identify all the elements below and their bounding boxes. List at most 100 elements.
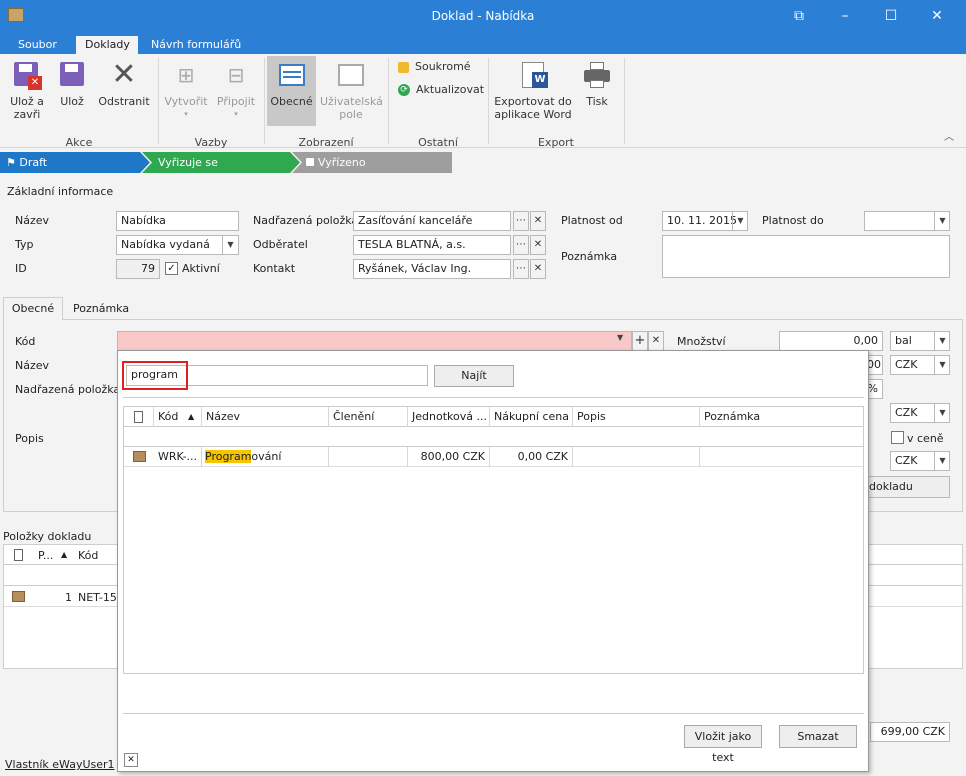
collapse-ribbon-icon[interactable]: ︿ <box>944 128 954 143</box>
type-value: Nabídka vydaná <box>121 238 210 251</box>
parent-item-label: Nadřazená položka <box>253 214 359 227</box>
add-icon[interactable]: + <box>632 331 648 351</box>
box-icon <box>133 451 146 462</box>
user-fields-button[interactable]: Uživatelská pole <box>320 60 383 121</box>
attach-label: Připojit <box>216 95 256 108</box>
result-name: Programování <box>202 447 329 467</box>
owner-link[interactable]: Vlastník eWayUser1 <box>5 758 115 771</box>
customer-field[interactable]: TESLA BLATNÁ, a.s. <box>353 235 511 255</box>
document-button[interactable]: dokladu <box>862 476 950 498</box>
popup-col-category[interactable]: Členění <box>329 407 408 427</box>
active-checkbox[interactable]: ✓ <box>165 262 178 275</box>
maximize-button[interactable]: ☐ <box>868 0 914 32</box>
tab-doklady[interactable]: Doklady <box>76 36 138 54</box>
popup-filter-row[interactable] <box>124 428 863 447</box>
private-button[interactable]: Soukromé <box>398 60 471 73</box>
clear-button[interactable]: Smazat <box>779 725 857 748</box>
clear-icon[interactable]: ✕ <box>530 259 546 279</box>
export-word-button[interactable]: W Exportovat do aplikace Word <box>494 60 572 121</box>
items-col-code[interactable]: Kód <box>78 549 98 562</box>
contact-label: Kontakt <box>253 262 296 275</box>
popup-col-note[interactable]: Poznámka <box>700 407 863 427</box>
search-highlight-frame <box>122 361 188 390</box>
ellipsis-icon[interactable]: ⋯ <box>513 259 529 279</box>
price-included-checkbox[interactable] <box>891 431 904 444</box>
insert-as-text-button[interactable]: Vložit jako text <box>684 725 762 764</box>
parent-item-field[interactable]: Zasíťování kanceláře <box>353 211 511 231</box>
result-description <box>573 447 700 467</box>
pin-icon[interactable]: ⧉ <box>776 0 822 32</box>
popup-col-description[interactable]: Popis <box>573 407 700 427</box>
popup-col-purchase-price[interactable]: Nákupní cena <box>490 407 573 427</box>
create-label: Vytvořit <box>164 95 208 108</box>
contact-field[interactable]: Ryšánek, Václav Ing. <box>353 259 511 279</box>
user-fields-label-2: pole <box>339 108 363 121</box>
minimize-button[interactable]: – <box>822 0 868 32</box>
quantity-label: Množství <box>677 335 726 348</box>
close-button[interactable]: ✕ <box>914 0 960 32</box>
items-col-position[interactable]: P... <box>38 549 53 562</box>
delete-button[interactable]: ✕ Odstranit <box>98 60 150 109</box>
result-unit-price: 800,00 CZK <box>408 447 490 467</box>
result-code: WRK-... <box>154 447 202 467</box>
create-link-icon: ⊞ <box>177 63 195 87</box>
document-icon <box>134 411 143 423</box>
row-position: 1 <box>65 591 72 604</box>
popup-col-unit-price[interactable]: Jednotková ... <box>408 407 490 427</box>
create-button[interactable]: ⊞ Vytvořit ▾ <box>162 60 210 121</box>
item-name-label: Název <box>15 359 50 372</box>
name-input[interactable]: Nabídka <box>116 211 239 231</box>
workflow-step-draft[interactable]: ⚑ Draft <box>6 156 47 169</box>
ellipsis-icon[interactable]: ⋯ <box>513 235 529 255</box>
find-button[interactable]: Najít <box>434 365 514 387</box>
chevron-down-icon[interactable]: ▼ <box>934 451 950 471</box>
chevron-down-icon[interactable]: ▼ <box>222 235 238 255</box>
popup-col-code[interactable]: Kód <box>154 407 202 427</box>
table-row[interactable]: WRK-... Programování 800,00 CZK 0,00 CZK <box>124 447 863 467</box>
title-bar: Doklad - Nabídka ⧉ – ☐ ✕ <box>0 0 966 32</box>
tab-form-design[interactable]: Návrh formulářů <box>142 36 250 54</box>
popup-divider <box>123 397 864 398</box>
chevron-down-icon[interactable]: ▼ <box>732 211 748 231</box>
type-select[interactable]: Nabídka vydaná <box>116 235 239 255</box>
popup-col-icon <box>124 407 154 427</box>
tab-note[interactable]: Poznámka <box>73 302 129 315</box>
save-button[interactable]: Ulož <box>54 60 90 108</box>
document-icon <box>14 549 23 561</box>
clear-icon[interactable]: ✕ <box>530 211 546 231</box>
ribbon: ✕ Ulož a zavři Ulož ✕ Odstranit Akce ⊞ V… <box>0 54 966 149</box>
sort-asc-icon: ▲ <box>188 412 195 421</box>
clear-icon[interactable]: ✕ <box>530 235 546 255</box>
valid-from-value: 10. 11. 2015 <box>667 214 737 227</box>
general-view-button[interactable]: Obecné <box>267 56 316 126</box>
ribbon-separator <box>624 58 625 144</box>
attach-button[interactable]: ⊟ Připojit ▾ <box>214 60 258 121</box>
chevron-down-icon[interactable]: ▼ <box>934 331 950 351</box>
save-close-button[interactable]: ✕ Ulož a zavři <box>6 60 48 121</box>
items-section-title: Položky dokladu <box>3 530 92 543</box>
chevron-down-icon[interactable]: ▼ <box>934 403 950 423</box>
code-input[interactable] <box>117 331 632 351</box>
general-view-icon <box>277 60 307 92</box>
lock-icon <box>398 61 409 73</box>
result-name-rest: ování <box>251 450 282 463</box>
close-popup-icon[interactable]: ✕ <box>124 753 138 767</box>
group-vazby: Vazby <box>194 136 228 149</box>
workflow-step-in-progress[interactable]: Vyřizuje se <box>158 156 218 169</box>
chevron-down-icon[interactable]: ▼ <box>934 355 950 375</box>
general-view-label: Obecné <box>270 95 313 108</box>
tab-soubor[interactable]: Soubor <box>9 36 66 54</box>
quantity-input[interactable]: 0,00 <box>779 331 883 351</box>
chevron-down-icon[interactable]: ▼ <box>934 211 950 231</box>
ribbon-separator <box>264 58 265 144</box>
refresh-button[interactable]: ⟳ Aktualizovat <box>398 83 484 96</box>
workflow-step-done[interactable]: Vyřízeno <box>306 156 366 169</box>
popup-col-name[interactable]: Název <box>202 407 329 427</box>
tab-general[interactable]: Obecné <box>3 297 63 320</box>
note-label: Poznámka <box>561 250 618 263</box>
clear-icon[interactable]: ✕ <box>648 331 664 351</box>
ellipsis-icon[interactable]: ⋯ <box>513 211 529 231</box>
note-textarea[interactable] <box>662 235 950 278</box>
print-button[interactable]: Tisk <box>578 60 616 108</box>
chevron-down-icon[interactable]: ▼ <box>617 333 623 342</box>
